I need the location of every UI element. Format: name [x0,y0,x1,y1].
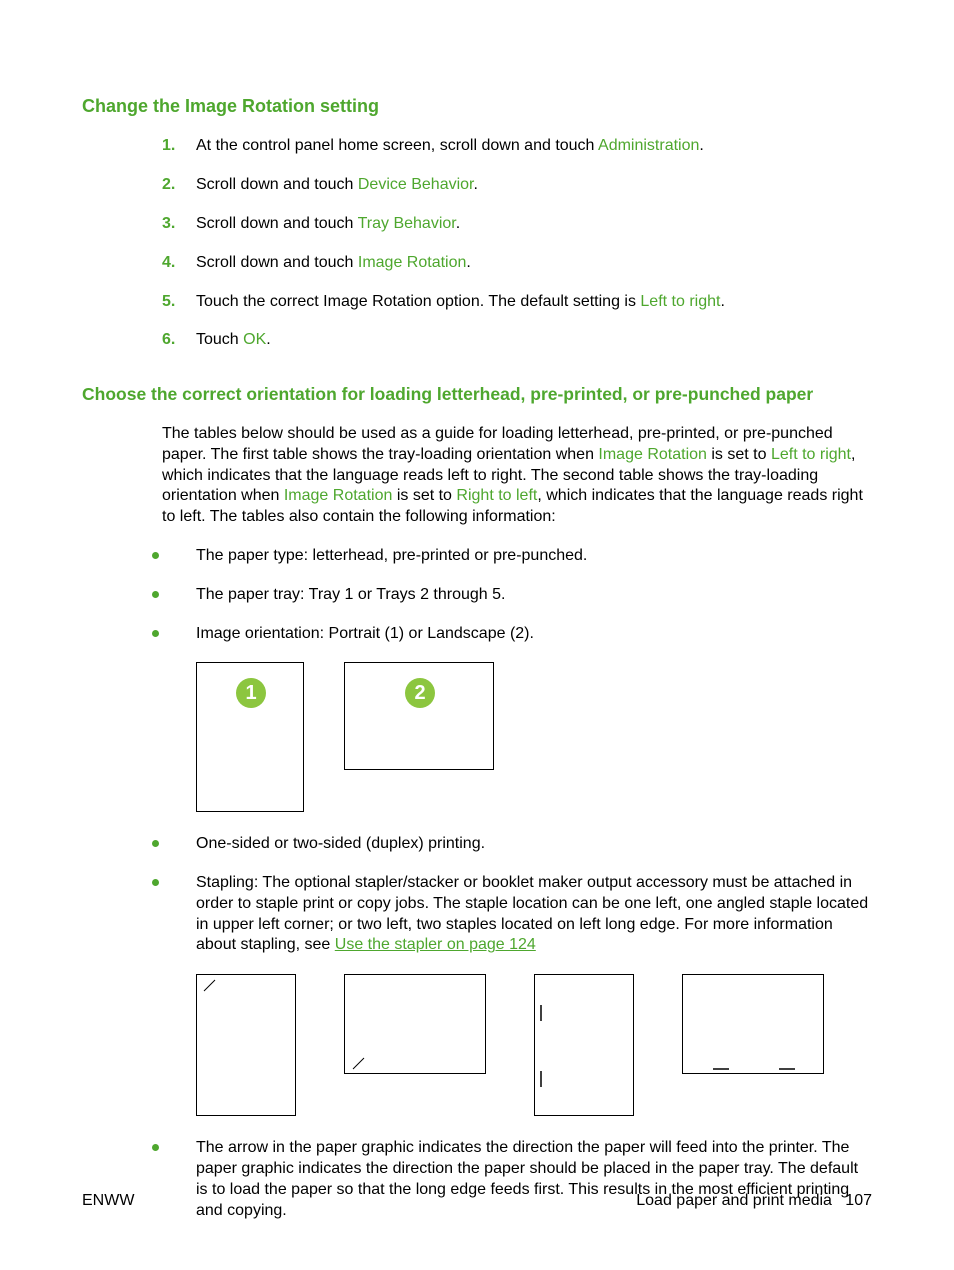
staple-mark-icon [535,975,635,1117]
list-item-text: One-sided or two-sided (duplex) printing… [196,835,485,852]
heading-choose-orientation: Choose the correct orientation for loadi… [82,383,872,406]
para-text: is set to [707,446,771,463]
list-item-text: The paper type: letterhead, pre-printed … [196,547,587,564]
footer-right: Load paper and print media 107 [636,1191,872,1212]
document-page: Change the Image Rotation setting 1. At … [0,0,954,1270]
step-text: Touch [196,331,243,348]
para-text: is set to [392,487,456,504]
step-text-post: . [466,254,470,271]
list-item: The paper type: letterhead, pre-printed … [152,546,872,567]
step-5: 5. Touch the correct Image Rotation opti… [162,292,872,313]
step-3: 3. Scroll down and touch Tray Behavior. [162,214,872,235]
step-number: 2. [162,175,175,196]
ui-term-left-to-right: Left to right [771,446,851,463]
step-6: 6. Touch OK. [162,330,872,351]
list-item: The paper tray: Tray 1 or Trays 2 throug… [152,585,872,606]
step-text: Scroll down and touch [196,215,358,232]
heading-change-image-rotation: Change the Image Rotation setting [82,95,872,118]
step-4: 4. Scroll down and touch Image Rotation. [162,253,872,274]
badge-1-icon: 1 [236,678,266,708]
step-number: 1. [162,136,175,157]
step-text-post: . [266,331,270,348]
page-footer: ENWW Load paper and print media 107 [82,1191,872,1212]
bullet-list-2: One-sided or two-sided (duplex) printing… [152,834,872,956]
orientation-figures: 1 2 [196,662,872,812]
list-item-stapling: Stapling: The optional stapler/stacker o… [152,873,872,956]
step-text-post: . [720,293,724,310]
staple-two-left-icon [534,974,634,1116]
ui-term-ok: OK [243,331,266,348]
step-text-post: . [474,176,478,193]
portrait-orientation-icon: 1 [196,662,304,812]
staple-two-left-landscape-icon [682,974,824,1074]
step-text: Touch the correct Image Rotation option.… [196,293,640,310]
stapler-link[interactable]: Use the stapler on page 124 [335,936,536,953]
ui-term-right-to-left: Right to left [456,487,537,504]
ui-term-device-behavior: Device Behavior [358,176,474,193]
step-number: 3. [162,214,175,235]
footer-section-title: Load paper and print media [636,1192,832,1209]
staple-figures [196,974,872,1116]
footer-left: ENWW [82,1191,134,1212]
footer-page-number: 107 [845,1192,872,1209]
step-2: 2. Scroll down and touch Device Behavior… [162,175,872,196]
staple-mark-icon [345,975,487,1075]
step-number: 5. [162,292,175,313]
step-text: Scroll down and touch [196,254,358,271]
list-item-text: Image orientation: Portrait (1) or Lands… [196,625,534,642]
ui-term-tray-behavior: Tray Behavior [358,215,456,232]
ui-term-left-to-right: Left to right [640,293,720,310]
numbered-steps: 1. At the control panel home screen, scr… [162,136,872,351]
step-text-post: . [699,137,703,154]
intro-paragraph: The tables below should be used as a gui… [162,424,872,528]
ui-term-image-rotation: Image Rotation [358,254,467,271]
badge-2-icon: 2 [405,678,435,708]
staple-mark-icon [197,975,297,1117]
step-text-post: . [456,215,460,232]
staple-one-left-angled-landscape-icon [344,974,486,1074]
ui-term-image-rotation: Image Rotation [284,487,393,504]
ui-term-image-rotation: Image Rotation [598,446,707,463]
step-number: 6. [162,330,175,351]
landscape-orientation-icon: 2 [344,662,494,770]
list-item-text: The paper tray: Tray 1 or Trays 2 throug… [196,586,505,603]
bullet-list-1: The paper type: letterhead, pre-printed … [152,546,872,644]
staple-mark-icon [683,975,825,1075]
step-text: Scroll down and touch [196,176,358,193]
step-text: At the control panel home screen, scroll… [196,137,598,154]
staple-one-left-angled-icon [196,974,296,1116]
ui-term-administration: Administration [598,137,699,154]
step-1: 1. At the control panel home screen, scr… [162,136,872,157]
list-item: One-sided or two-sided (duplex) printing… [152,834,872,855]
list-item: Image orientation: Portrait (1) or Lands… [152,624,872,645]
step-number: 4. [162,253,175,274]
